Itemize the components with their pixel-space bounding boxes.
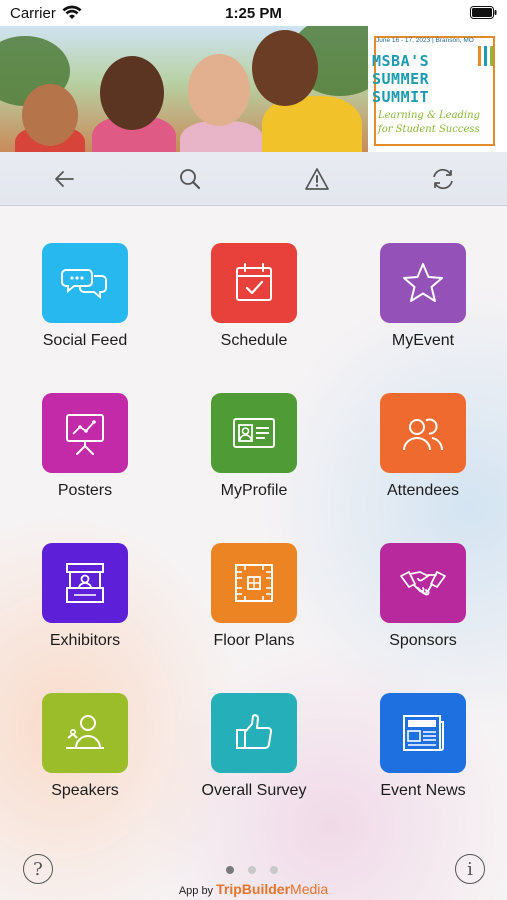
credit-prefix: App by: [178, 885, 214, 897]
tile-posters[interactable]: Posters: [10, 393, 160, 523]
booth-icon: [42, 543, 128, 623]
event-banner: June 16 - 17, 2023 | Branson, MO MSBA'S …: [0, 26, 507, 152]
event-date: June 16 - 17, 2023 | Branson, MO: [376, 37, 474, 44]
tile-myevent[interactable]: MyEvent: [348, 243, 498, 373]
page-indicator[interactable]: [226, 866, 278, 874]
tile-schedule[interactable]: Schedule: [179, 243, 329, 373]
tile-attendees[interactable]: Attendees: [348, 393, 498, 523]
search-icon[interactable]: [175, 164, 205, 194]
tile-label: Speakers: [51, 782, 119, 799]
star-icon: [380, 243, 466, 323]
presentation-board-icon: [42, 393, 128, 473]
handshake-icon: [380, 543, 466, 623]
info-button[interactable]: i: [455, 854, 485, 884]
tile-label: MyEvent: [391, 332, 455, 349]
clock: 1:25 PM: [225, 5, 282, 22]
tile-label: Exhibitors: [49, 632, 121, 649]
summit-logo: June 16 - 17, 2023 | Branson, MO MSBA'S …: [368, 26, 507, 152]
people-icon: [380, 393, 466, 473]
tile-label: Event News: [380, 782, 466, 799]
logo-title-3: SUMMIT: [372, 88, 430, 106]
help-icon: ?: [33, 858, 43, 880]
floor-plan-icon: [211, 543, 297, 623]
tile-sponsors[interactable]: Sponsors: [348, 543, 498, 673]
tile-label: Sponsors: [389, 632, 457, 649]
refresh-icon[interactable]: [428, 164, 458, 194]
logo-title-1: MSBA'S: [372, 52, 430, 70]
app-credit[interactable]: App by TripBuilderMedia: [0, 881, 507, 897]
tile-event-news[interactable]: Event News: [348, 693, 498, 823]
tile-speakers[interactable]: Speakers: [10, 693, 160, 823]
tile-label: Attendees: [386, 482, 460, 499]
warning-icon[interactable]: [302, 164, 332, 194]
page-dot-3[interactable]: [270, 866, 278, 874]
tile-label: Schedule: [220, 332, 288, 349]
speaker-podium-icon: [42, 693, 128, 773]
calendar-check-icon: [211, 243, 297, 323]
info-icon: i: [467, 858, 473, 880]
tile-label: Social Feed: [42, 332, 128, 349]
tile-myprofile[interactable]: MyProfile: [179, 393, 329, 523]
status-bar: Carrier 1:25 PM: [0, 0, 507, 26]
tile-social-feed[interactable]: Social Feed: [10, 243, 160, 373]
page-dot-1[interactable]: [226, 866, 234, 874]
credit-brand: TripBuilder: [216, 881, 291, 897]
tile-label: Floor Plans: [213, 632, 295, 649]
tile-floor-plans[interactable]: Floor Plans: [179, 543, 329, 673]
credit-brand-2: Media: [290, 881, 329, 897]
tile-label: Overall Survey: [201, 782, 307, 799]
logo-title-2: SUMMER: [372, 70, 430, 88]
tile-label: Posters: [57, 482, 113, 499]
back-arrow-icon[interactable]: [49, 164, 79, 194]
thumbs-up-icon: [211, 693, 297, 773]
newspaper-icon: [380, 693, 466, 773]
toolbar: [0, 152, 507, 206]
chat-bubbles-icon: [42, 243, 128, 323]
battery-icon: [470, 6, 497, 19]
tile-overall-survey[interactable]: Overall Survey: [179, 693, 329, 823]
help-button[interactable]: ?: [23, 854, 53, 884]
id-card-icon: [211, 393, 297, 473]
page-dot-2[interactable]: [248, 866, 256, 874]
tile-exhibitors[interactable]: Exhibitors: [10, 543, 160, 673]
logo-subtitle-2: for Student Success: [378, 124, 480, 135]
tile-label: MyProfile: [220, 482, 288, 499]
banner-photo: [0, 26, 368, 152]
logo-subtitle-1: Learning & Leading: [378, 110, 481, 121]
